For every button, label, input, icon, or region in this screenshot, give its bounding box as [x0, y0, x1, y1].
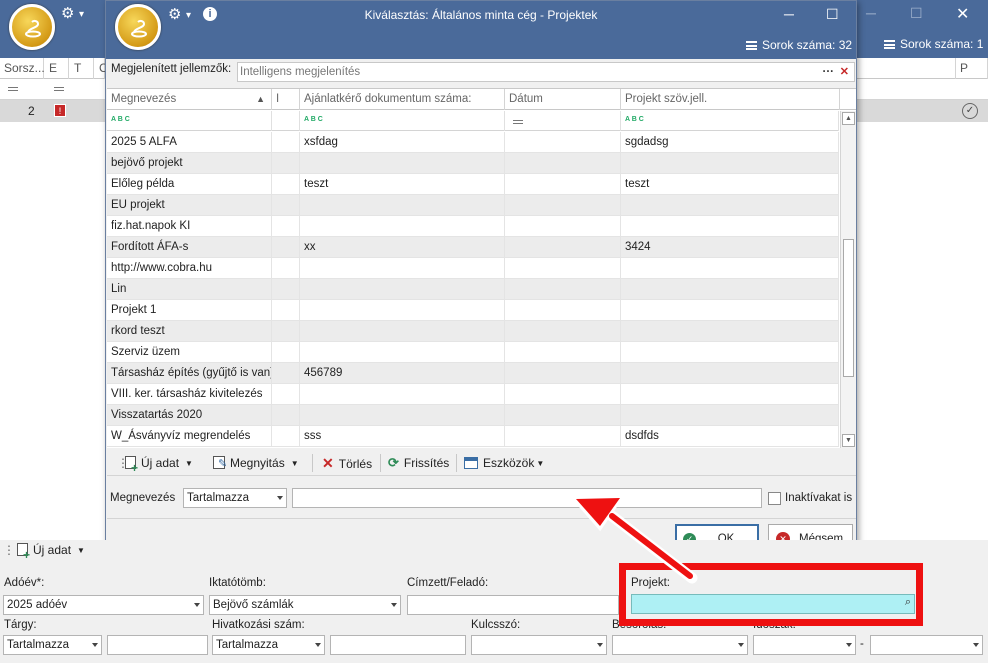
- annotation-arrow: [568, 493, 698, 584]
- arrow-shaft: [609, 513, 693, 579]
